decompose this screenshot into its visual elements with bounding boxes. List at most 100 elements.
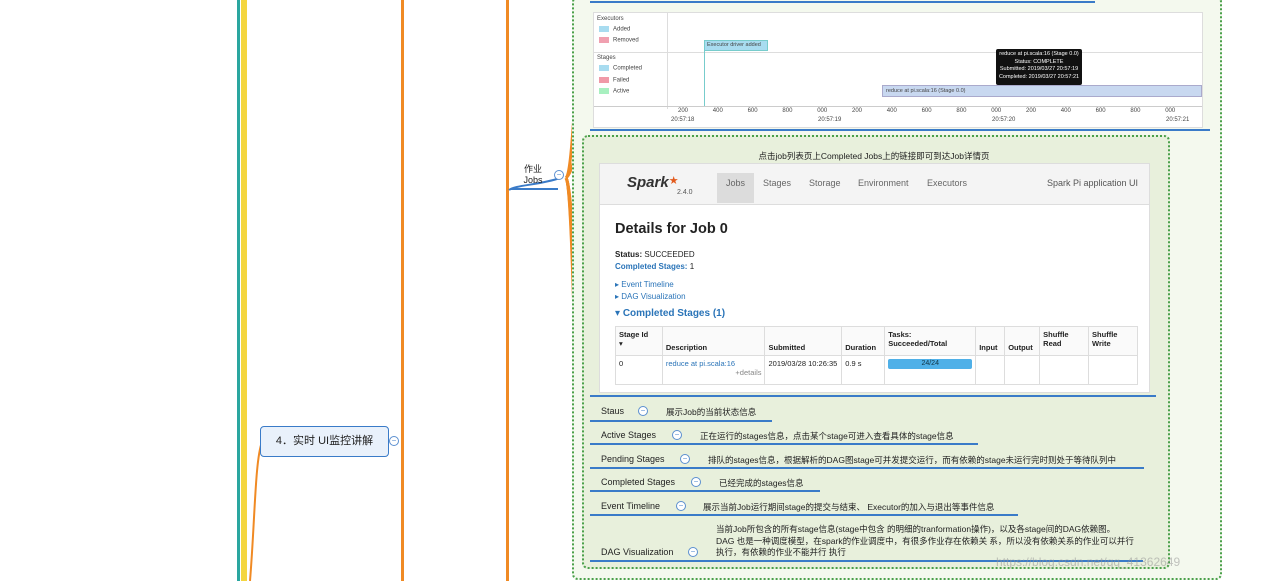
legend-failed: Failed	[599, 77, 629, 84]
tick-time-3: 20:57:20	[992, 117, 1016, 123]
completed-stages-section-title[interactable]: ▾ Completed Stages (1)	[615, 308, 725, 319]
item-active-stages-underline	[590, 443, 978, 445]
timeline-tick-label: 400	[712, 108, 723, 114]
timeline-tick-label: 800	[1130, 108, 1141, 114]
item-pending-stages-underline	[590, 467, 1144, 469]
timeline-tick-label: 800	[956, 108, 967, 114]
col-submitted[interactable]: Submitted	[764, 326, 843, 356]
item-pending-stages-desc: 排队的stages信息，根据解析的DAG图stage可并发提交运行，而有依赖的s…	[708, 455, 1117, 465]
tab-storage[interactable]: Storage	[809, 178, 841, 188]
col-stage-id[interactable]: Stage Id ▾	[615, 326, 663, 356]
cell-stage-id: 0	[615, 355, 663, 385]
col-description[interactable]: Description	[661, 326, 766, 356]
col-shuffle-write[interactable]: Shuffle Write	[1088, 326, 1138, 356]
tab-stages[interactable]: Stages	[763, 178, 791, 188]
event-timeline-toggle[interactable]: ▸ Event Timeline	[615, 280, 674, 289]
event-timeline-panel: Executors Added Removed Stages Completed…	[593, 12, 1203, 128]
tab-executors[interactable]: Executors	[927, 178, 967, 188]
stage-description-link[interactable]: reduce at pi.scala:16	[666, 359, 735, 368]
watermark: https://blog.csdn.net/qq_41362649	[996, 555, 1181, 569]
legend-active: Active	[599, 88, 629, 95]
spark-ui-underline	[590, 395, 1156, 397]
cell-shuffle-read	[1039, 355, 1090, 385]
timeline-tick-label: 600	[921, 108, 932, 114]
cell-shuffle-write	[1088, 355, 1138, 385]
item-staus-label[interactable]: Staus	[601, 406, 624, 416]
timeline-tick-label: 600	[747, 108, 758, 114]
stage-tooltip: reduce at pi.scala:16 (Stage 0.0) Status…	[996, 49, 1082, 85]
item-staus-desc: 展示Job的当前状态信息	[666, 407, 757, 417]
completed-stages-line[interactable]: Completed Stages: 1	[615, 262, 694, 271]
timeline-tick-label: 400	[886, 108, 897, 114]
jobs-node-underline	[511, 188, 558, 190]
item-event-timeline-collapse-icon[interactable]: −	[676, 501, 686, 511]
stages-table-wrapper: Stage Id ▾ Description Submitted Duration…	[615, 326, 1138, 385]
item-completed-stages-label[interactable]: Completed Stages	[601, 477, 675, 487]
tab-jobs[interactable]: Jobs	[726, 178, 745, 188]
executor-driver-added-event[interactable]: Executor driver added	[704, 40, 768, 51]
item-completed-stages-collapse-icon[interactable]: −	[691, 477, 701, 487]
item-dag-visualization-collapse-icon[interactable]: −	[688, 547, 698, 557]
main-topic-node[interactable]: 4．实时 UI监控讲解	[260, 426, 389, 457]
item-dag-visualization-label[interactable]: DAG Visualization	[601, 547, 673, 557]
jobs-caption: 点击job列表页上Completed Jobs上的链接即可到达Job详情页	[758, 151, 990, 161]
stages-table: Stage Id ▾ Description Submitted Duration…	[615, 326, 1138, 385]
item-event-timeline-label[interactable]: Event Timeline	[601, 501, 660, 511]
jobs-collapse-icon[interactable]: −	[554, 170, 564, 180]
timeline-tick-label: 000	[817, 108, 828, 114]
jobs-node-label[interactable]: 作业 Jobs	[518, 164, 548, 186]
executors-title: Executors	[597, 16, 624, 22]
tick-time-1: 20:57:18	[671, 117, 695, 123]
item-active-stages-desc: 正在运行的stages信息，点击某个stage可进入查看具体的stage信息	[700, 431, 954, 441]
timeline-tick-label: 600	[1095, 108, 1106, 114]
cell-duration: 0.9 s	[841, 355, 886, 385]
item-event-timeline-underline	[590, 514, 1018, 516]
cell-submitted: 2019/03/28 10:26:35	[764, 355, 843, 385]
item-active-stages-collapse-icon[interactable]: −	[672, 430, 682, 440]
tick-time-2: 20:57:19	[818, 117, 842, 123]
cell-tasks: 24/24	[884, 355, 977, 385]
timeline-divider	[594, 52, 1202, 53]
col-tasks[interactable]: Tasks: Succeeded/Total	[884, 326, 977, 356]
tasks-progress-bar: 24/24	[888, 359, 973, 369]
timeline-tick-label: 200	[852, 108, 863, 114]
item-active-stages-label[interactable]: Active Stages	[601, 430, 656, 440]
timeline-tick-label: 200	[678, 108, 689, 114]
item-staus-underline	[590, 420, 772, 422]
timeline-tick-label: 800	[782, 108, 793, 114]
stage-bar[interactable]: reduce at pi.scala:16 (Stage 0.0)	[882, 85, 1202, 97]
timeline-tick-label: 400	[1060, 108, 1071, 114]
details-link[interactable]: +details	[735, 368, 761, 377]
cell-output	[1004, 355, 1041, 385]
item-event-timeline-desc: 展示当前Job运行期间stage的提交与结束、 Executor的加入与退出等事…	[703, 502, 995, 512]
item-completed-stages-underline	[590, 490, 820, 492]
timeline-tick-label: 000	[991, 108, 1002, 114]
timeline-section-underline	[590, 129, 1210, 131]
col-input[interactable]: Input	[975, 326, 1006, 356]
top-section-underline	[590, 1, 1095, 3]
timeline-tick-label: 200	[1026, 108, 1037, 114]
tick-time-4: 20:57:21	[1166, 117, 1190, 123]
stages-title: Stages	[597, 55, 616, 61]
col-duration[interactable]: Duration	[841, 326, 886, 356]
item-pending-stages-label[interactable]: Pending Stages	[601, 454, 665, 464]
table-header-row: Stage Id ▾ Description Submitted Duration…	[615, 326, 1138, 356]
job-heading: Details for Job 0	[615, 221, 728, 237]
col-shuffle-read[interactable]: Shuffle Read	[1039, 326, 1090, 356]
cell-description: reduce at pi.scala:16 +details	[661, 355, 766, 385]
spark-ui-screenshot: Spark★ 2.4.0 Jobs Stages Storage Environ…	[599, 163, 1150, 393]
spark-navbar: Spark★ 2.4.0 Jobs Stages Storage Environ…	[600, 164, 1149, 205]
main-topic-collapse-icon[interactable]: −	[389, 436, 399, 446]
spark-logo[interactable]: Spark★	[627, 174, 679, 191]
status-line: Status: SUCCEEDED	[615, 250, 695, 259]
item-pending-stages-collapse-icon[interactable]: −	[680, 454, 690, 464]
legend-completed: Completed	[599, 65, 642, 72]
legend-removed: Removed	[599, 37, 639, 44]
item-dag-visualization-desc: 当前Job所包含的所有stage信息(stage中包含 的明细的tranform…	[716, 524, 1134, 557]
main-topic-label: 4．实时 UI监控讲解	[275, 435, 374, 447]
dag-visualization-toggle[interactable]: ▸ DAG Visualization	[615, 292, 686, 301]
col-output[interactable]: Output	[1004, 326, 1041, 356]
spark-version: 2.4.0	[677, 189, 693, 196]
item-staus-collapse-icon[interactable]: −	[638, 406, 648, 416]
tab-environment[interactable]: Environment	[858, 178, 909, 188]
